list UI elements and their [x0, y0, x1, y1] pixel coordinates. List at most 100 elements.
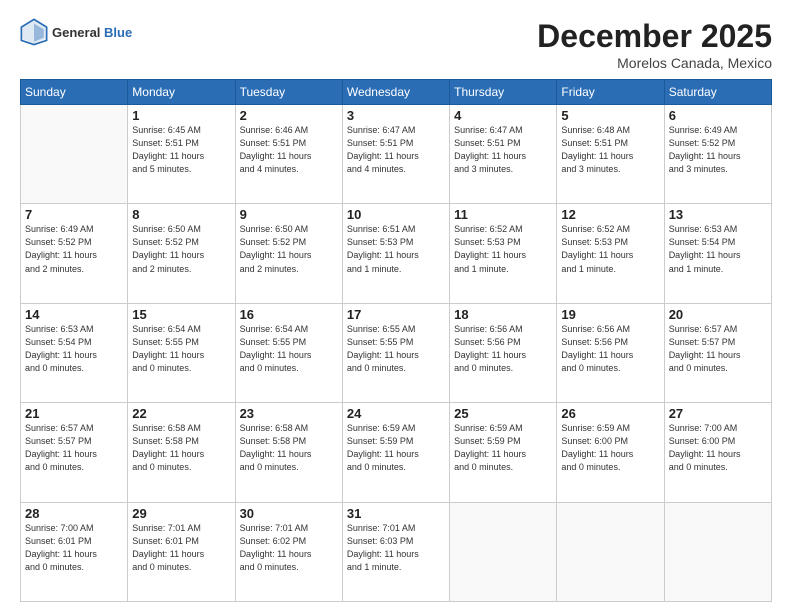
day-number: 10	[347, 207, 445, 222]
calendar-day-cell	[21, 105, 128, 204]
calendar-day-header: Wednesday	[342, 80, 449, 105]
day-info: Sunrise: 6:50 AM Sunset: 5:52 PM Dayligh…	[240, 223, 338, 275]
calendar-day-header: Saturday	[664, 80, 771, 105]
day-number: 16	[240, 307, 338, 322]
day-number: 29	[132, 506, 230, 521]
day-number: 8	[132, 207, 230, 222]
calendar-day-header: Friday	[557, 80, 664, 105]
day-number: 17	[347, 307, 445, 322]
day-info: Sunrise: 7:00 AM Sunset: 6:00 PM Dayligh…	[669, 422, 767, 474]
calendar-day-cell: 4Sunrise: 6:47 AM Sunset: 5:51 PM Daylig…	[450, 105, 557, 204]
day-info: Sunrise: 6:57 AM Sunset: 5:57 PM Dayligh…	[25, 422, 123, 474]
page: General Blue December 2025 Morelos Canad…	[0, 0, 792, 612]
day-number: 5	[561, 108, 659, 123]
calendar-day-cell: 29Sunrise: 7:01 AM Sunset: 6:01 PM Dayli…	[128, 502, 235, 601]
day-info: Sunrise: 6:49 AM Sunset: 5:52 PM Dayligh…	[25, 223, 123, 275]
day-info: Sunrise: 6:52 AM Sunset: 5:53 PM Dayligh…	[561, 223, 659, 275]
calendar-day-cell: 17Sunrise: 6:55 AM Sunset: 5:55 PM Dayli…	[342, 303, 449, 402]
day-number: 9	[240, 207, 338, 222]
day-info: Sunrise: 6:56 AM Sunset: 5:56 PM Dayligh…	[454, 323, 552, 375]
day-number: 15	[132, 307, 230, 322]
calendar-day-cell: 9Sunrise: 6:50 AM Sunset: 5:52 PM Daylig…	[235, 204, 342, 303]
day-number: 18	[454, 307, 552, 322]
day-number: 2	[240, 108, 338, 123]
logo-icon	[20, 18, 48, 46]
calendar-day-cell: 24Sunrise: 6:59 AM Sunset: 5:59 PM Dayli…	[342, 403, 449, 502]
day-number: 1	[132, 108, 230, 123]
day-number: 13	[669, 207, 767, 222]
day-info: Sunrise: 6:55 AM Sunset: 5:55 PM Dayligh…	[347, 323, 445, 375]
calendar-day-cell: 23Sunrise: 6:58 AM Sunset: 5:58 PM Dayli…	[235, 403, 342, 502]
calendar-week-row: 14Sunrise: 6:53 AM Sunset: 5:54 PM Dayli…	[21, 303, 772, 402]
day-info: Sunrise: 6:56 AM Sunset: 5:56 PM Dayligh…	[561, 323, 659, 375]
calendar-day-header: Tuesday	[235, 80, 342, 105]
title-block: December 2025 Morelos Canada, Mexico	[537, 18, 772, 71]
day-number: 24	[347, 406, 445, 421]
day-info: Sunrise: 6:58 AM Sunset: 5:58 PM Dayligh…	[132, 422, 230, 474]
day-info: Sunrise: 6:54 AM Sunset: 5:55 PM Dayligh…	[240, 323, 338, 375]
day-info: Sunrise: 6:49 AM Sunset: 5:52 PM Dayligh…	[669, 124, 767, 176]
calendar-day-cell: 28Sunrise: 7:00 AM Sunset: 6:01 PM Dayli…	[21, 502, 128, 601]
calendar-day-cell: 31Sunrise: 7:01 AM Sunset: 6:03 PM Dayli…	[342, 502, 449, 601]
logo: General Blue	[20, 18, 132, 46]
calendar-day-cell: 15Sunrise: 6:54 AM Sunset: 5:55 PM Dayli…	[128, 303, 235, 402]
day-info: Sunrise: 6:53 AM Sunset: 5:54 PM Dayligh…	[25, 323, 123, 375]
day-info: Sunrise: 6:52 AM Sunset: 5:53 PM Dayligh…	[454, 223, 552, 275]
calendar-day-cell: 19Sunrise: 6:56 AM Sunset: 5:56 PM Dayli…	[557, 303, 664, 402]
day-number: 22	[132, 406, 230, 421]
calendar-day-cell: 14Sunrise: 6:53 AM Sunset: 5:54 PM Dayli…	[21, 303, 128, 402]
day-number: 26	[561, 406, 659, 421]
calendar-week-row: 21Sunrise: 6:57 AM Sunset: 5:57 PM Dayli…	[21, 403, 772, 502]
calendar-day-cell: 1Sunrise: 6:45 AM Sunset: 5:51 PM Daylig…	[128, 105, 235, 204]
calendar-day-header: Monday	[128, 80, 235, 105]
location: Morelos Canada, Mexico	[537, 55, 772, 71]
logo-text: General Blue	[52, 25, 132, 40]
calendar-day-cell: 10Sunrise: 6:51 AM Sunset: 5:53 PM Dayli…	[342, 204, 449, 303]
calendar-day-cell: 5Sunrise: 6:48 AM Sunset: 5:51 PM Daylig…	[557, 105, 664, 204]
day-number: 3	[347, 108, 445, 123]
day-number: 14	[25, 307, 123, 322]
calendar-week-row: 1Sunrise: 6:45 AM Sunset: 5:51 PM Daylig…	[21, 105, 772, 204]
day-number: 30	[240, 506, 338, 521]
day-number: 28	[25, 506, 123, 521]
calendar-day-cell: 18Sunrise: 6:56 AM Sunset: 5:56 PM Dayli…	[450, 303, 557, 402]
calendar-day-cell: 6Sunrise: 6:49 AM Sunset: 5:52 PM Daylig…	[664, 105, 771, 204]
calendar-day-cell: 13Sunrise: 6:53 AM Sunset: 5:54 PM Dayli…	[664, 204, 771, 303]
day-number: 6	[669, 108, 767, 123]
day-number: 21	[25, 406, 123, 421]
calendar-day-cell: 22Sunrise: 6:58 AM Sunset: 5:58 PM Dayli…	[128, 403, 235, 502]
calendar-week-row: 7Sunrise: 6:49 AM Sunset: 5:52 PM Daylig…	[21, 204, 772, 303]
calendar-day-header: Thursday	[450, 80, 557, 105]
header: General Blue December 2025 Morelos Canad…	[20, 18, 772, 71]
calendar-week-row: 28Sunrise: 7:00 AM Sunset: 6:01 PM Dayli…	[21, 502, 772, 601]
calendar-day-cell: 11Sunrise: 6:52 AM Sunset: 5:53 PM Dayli…	[450, 204, 557, 303]
calendar-day-cell: 2Sunrise: 6:46 AM Sunset: 5:51 PM Daylig…	[235, 105, 342, 204]
day-number: 4	[454, 108, 552, 123]
day-info: Sunrise: 6:45 AM Sunset: 5:51 PM Dayligh…	[132, 124, 230, 176]
day-info: Sunrise: 6:58 AM Sunset: 5:58 PM Dayligh…	[240, 422, 338, 474]
day-info: Sunrise: 6:59 AM Sunset: 6:00 PM Dayligh…	[561, 422, 659, 474]
calendar-day-cell: 8Sunrise: 6:50 AM Sunset: 5:52 PM Daylig…	[128, 204, 235, 303]
calendar-day-cell: 12Sunrise: 6:52 AM Sunset: 5:53 PM Dayli…	[557, 204, 664, 303]
day-info: Sunrise: 6:46 AM Sunset: 5:51 PM Dayligh…	[240, 124, 338, 176]
calendar-day-cell: 7Sunrise: 6:49 AM Sunset: 5:52 PM Daylig…	[21, 204, 128, 303]
day-info: Sunrise: 6:59 AM Sunset: 5:59 PM Dayligh…	[454, 422, 552, 474]
day-number: 12	[561, 207, 659, 222]
calendar-day-cell	[450, 502, 557, 601]
day-number: 23	[240, 406, 338, 421]
day-info: Sunrise: 6:54 AM Sunset: 5:55 PM Dayligh…	[132, 323, 230, 375]
day-info: Sunrise: 6:59 AM Sunset: 5:59 PM Dayligh…	[347, 422, 445, 474]
calendar-day-cell: 3Sunrise: 6:47 AM Sunset: 5:51 PM Daylig…	[342, 105, 449, 204]
day-info: Sunrise: 6:51 AM Sunset: 5:53 PM Dayligh…	[347, 223, 445, 275]
calendar-day-cell: 20Sunrise: 6:57 AM Sunset: 5:57 PM Dayli…	[664, 303, 771, 402]
calendar-day-cell	[664, 502, 771, 601]
day-info: Sunrise: 6:48 AM Sunset: 5:51 PM Dayligh…	[561, 124, 659, 176]
day-number: 27	[669, 406, 767, 421]
day-info: Sunrise: 7:00 AM Sunset: 6:01 PM Dayligh…	[25, 522, 123, 574]
day-info: Sunrise: 7:01 AM Sunset: 6:01 PM Dayligh…	[132, 522, 230, 574]
day-number: 25	[454, 406, 552, 421]
day-info: Sunrise: 6:57 AM Sunset: 5:57 PM Dayligh…	[669, 323, 767, 375]
calendar-day-cell	[557, 502, 664, 601]
calendar-day-cell: 26Sunrise: 6:59 AM Sunset: 6:00 PM Dayli…	[557, 403, 664, 502]
day-number: 31	[347, 506, 445, 521]
